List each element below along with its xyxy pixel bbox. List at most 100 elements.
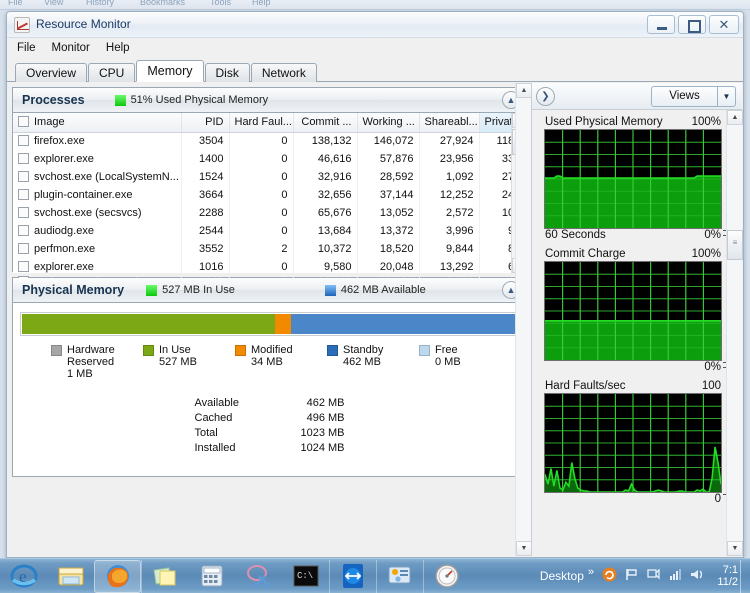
desktop-toolbar-label[interactable]: Desktop xyxy=(536,569,588,583)
physical-memory-panel-header[interactable]: Physical Memory 527 MB In Use 462 MB Ava… xyxy=(13,278,526,303)
row-checkbox[interactable] xyxy=(18,243,29,254)
column-header-working[interactable]: Working ... xyxy=(357,113,420,133)
taskbar-item-calculator[interactable] xyxy=(188,560,235,593)
table-row[interactable]: perfmon.exe3552210,37218,5209,8448,676 xyxy=(13,240,531,258)
tab-cpu[interactable]: CPU xyxy=(88,63,136,82)
cell-shareable: 2,572 xyxy=(419,204,480,222)
row-checkbox[interactable] xyxy=(18,261,29,272)
clock[interactable]: 7:1 11/2 xyxy=(708,564,740,588)
cell-commit: 10,372 xyxy=(293,240,358,258)
tab-disk[interactable]: Disk xyxy=(204,63,250,82)
taskbar-item-sticky-notes[interactable] xyxy=(141,559,188,593)
taskbar-item-teamviewer[interactable] xyxy=(329,559,376,593)
cell-hardfaults: 0 xyxy=(229,150,294,168)
row-checkbox[interactable] xyxy=(18,207,29,218)
menu-monitor[interactable]: Monitor xyxy=(52,42,90,54)
chevron-right-icon[interactable]: ❯ xyxy=(536,86,555,106)
graphs-scrollbar[interactable]: ▲ ≡ ▼ xyxy=(726,110,743,556)
update-icon[interactable] xyxy=(598,567,620,585)
window-content: Processes 51% Used Physical Memory ▲ Ima… xyxy=(8,83,743,556)
graphs-scroll-up-button[interactable]: ▲ xyxy=(727,110,743,125)
row-checkbox[interactable] xyxy=(18,225,29,236)
memory-bar-segment-in-use xyxy=(22,314,275,334)
flag-icon[interactable] xyxy=(620,567,642,585)
table-row[interactable]: explorer.exe101609,58020,04813,2926,756 xyxy=(13,258,531,276)
available-status: 462 MB Available xyxy=(324,284,426,296)
taskbar-item-windows-explorer[interactable] xyxy=(47,560,94,593)
taskbar-item-firefox[interactable] xyxy=(94,559,141,593)
table-row[interactable]: audiodg.exe2544013,68413,3723,9969,376 xyxy=(13,222,531,240)
cell-working: 20,048 xyxy=(357,258,420,276)
tab-strip: Overview CPU Memory Disk Network xyxy=(7,60,743,82)
memory-bar-segment-modified xyxy=(274,314,292,334)
graphs-scroll-down-button[interactable]: ▼ xyxy=(727,541,743,556)
taskbar-item-resource-monitor[interactable] xyxy=(423,559,470,593)
tab-overview[interactable]: Overview xyxy=(15,63,88,82)
row-checkbox[interactable] xyxy=(18,189,29,200)
overflow-caret-icon[interactable]: » xyxy=(588,566,594,578)
row-checkbox[interactable] xyxy=(18,153,29,164)
table-row[interactable]: svchost.exe (LocalSystemN... 1524 0 32,916 2… xyxy=(13,168,531,186)
graph-max-label: 100% xyxy=(691,248,721,260)
tab-network[interactable]: Network xyxy=(250,63,317,82)
available-swatch xyxy=(324,284,336,296)
menu-help[interactable]: Help xyxy=(106,42,130,54)
cell-image-label: svchost.exe (secsvcs) xyxy=(34,207,142,219)
title-bar[interactable]: Resource Monitor ✕ xyxy=(7,12,743,38)
maximize-button[interactable] xyxy=(678,15,706,34)
column-header-shareable[interactable]: Shareabl... xyxy=(419,113,480,133)
bg-menu-tools: Tools xyxy=(210,0,232,7)
left-scroll-down-button[interactable]: ▼ xyxy=(516,541,532,556)
signal-icon[interactable] xyxy=(664,567,686,585)
cell-working: 28,592 xyxy=(357,168,420,186)
processes-table: Image PID Hard Faul... Commit ... Workin… xyxy=(13,113,531,288)
table-row[interactable]: svchost.exe (secsvcs) 2288 0 65,676 13,052 2,… xyxy=(13,204,531,222)
menu-bar: File Monitor Help xyxy=(7,38,743,58)
processes-table-wrap: Image PID Hard Faul... Commit ... Workin… xyxy=(13,113,531,288)
cell-commit: 13,684 xyxy=(293,222,358,240)
memory-stat-value: 1024 MB xyxy=(300,442,345,454)
graphs-scroll-thumb[interactable]: ≡ xyxy=(727,230,743,260)
cell-pid: 1400 xyxy=(181,150,230,168)
legend-value: 0 MB xyxy=(435,356,461,368)
taskbar-item-command-prompt[interactable]: C:\ xyxy=(282,560,329,593)
column-header-commit[interactable]: Commit ... xyxy=(293,113,358,133)
column-header-pid[interactable]: PID xyxy=(181,113,230,133)
views-button[interactable]: Views ▼ xyxy=(651,85,736,107)
table-row[interactable]: explorer.exe1400046,61657,87623,95633,92… xyxy=(13,150,531,168)
column-header-image[interactable]: Image xyxy=(13,113,182,133)
column-header-hardfaults[interactable]: Hard Faul... xyxy=(229,113,294,133)
table-row[interactable]: firefox.exe35040138,132146,07227,924118,… xyxy=(13,132,531,150)
clock-date: 11/2 xyxy=(717,576,738,588)
show-desktop-button[interactable] xyxy=(740,559,750,593)
select-all-checkbox[interactable] xyxy=(18,116,29,128)
cell-hardfaults: 2 xyxy=(229,240,294,258)
menu-file[interactable]: File xyxy=(17,42,36,54)
resource-monitor-window: Resource Monitor ✕ File Monitor Help Ove… xyxy=(6,11,744,558)
taskbar-item-control-panel[interactable] xyxy=(376,559,423,593)
network-icon[interactable] xyxy=(642,567,664,585)
memory-stat-row: Total 1023 MB xyxy=(195,426,345,441)
graph-block: Commit Charge 100% 0% xyxy=(544,235,731,374)
graph-list: Used Physical Memory 100% 60 Seconds 0% Comm… xyxy=(532,110,742,556)
table-header-row: Image PID Hard Faul... Commit ... Workin… xyxy=(13,113,531,133)
processes-panel-header[interactable]: Processes 51% Used Physical Memory ▲ xyxy=(13,88,526,113)
memory-legend-item: Hardware Reserved 1 MB xyxy=(51,344,143,380)
left-column-scrollbar[interactable]: ▲ ▼ xyxy=(515,83,532,556)
taskbar-item-snipping-tool[interactable] xyxy=(235,560,282,593)
row-checkbox[interactable] xyxy=(18,135,29,147)
taskbar-item-internet-explorer[interactable]: e xyxy=(0,560,47,593)
table-row[interactable]: plugin-container.exe 3664 0 32,656 37,144 12,… xyxy=(13,186,531,204)
cell-image: svchost.exe (secsvcs) xyxy=(13,204,182,222)
tab-memory[interactable]: Memory xyxy=(136,60,204,82)
cell-hardfaults: 0 xyxy=(229,204,294,222)
cell-pid: 2288 xyxy=(181,204,230,222)
volume-icon[interactable] xyxy=(686,567,708,585)
left-scroll-up-button[interactable]: ▲ xyxy=(516,83,532,98)
memory-status-swatch xyxy=(114,94,126,106)
minimize-button[interactable] xyxy=(647,15,675,34)
graph-title: Hard Faults/sec xyxy=(545,380,626,392)
close-button[interactable]: ✕ xyxy=(709,15,739,34)
row-checkbox[interactable] xyxy=(18,171,29,182)
chevron-down-icon[interactable]: ▼ xyxy=(717,86,735,106)
